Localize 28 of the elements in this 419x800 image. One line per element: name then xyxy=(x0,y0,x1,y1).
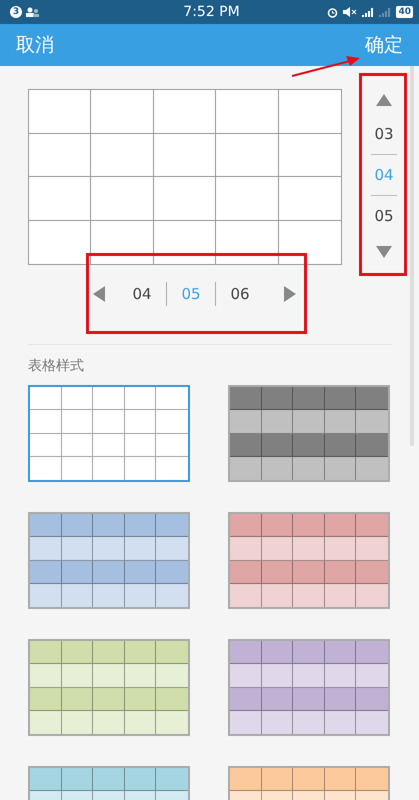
left-triangle-icon xyxy=(93,286,105,302)
status-time: 7:52 PM xyxy=(183,4,240,20)
previous-button[interactable] xyxy=(93,286,105,302)
row-count-option[interactable]: 03 xyxy=(364,122,404,146)
down-triangle-icon xyxy=(376,246,392,258)
section-title: 表格样式 xyxy=(28,357,85,375)
table-style-option[interactable] xyxy=(228,512,390,609)
next-button[interactable] xyxy=(284,286,296,302)
mute-icon xyxy=(343,7,358,17)
people-icon xyxy=(26,7,40,17)
table-style-option[interactable] xyxy=(28,512,190,609)
column-count-option[interactable]: 06 xyxy=(216,285,264,303)
table-style-option[interactable] xyxy=(28,385,190,482)
down-button[interactable] xyxy=(376,246,392,258)
notification-badge: 3 xyxy=(10,6,22,18)
table-style-option[interactable] xyxy=(228,385,390,482)
table-style-option[interactable] xyxy=(228,639,390,736)
column-count-option[interactable]: 04 xyxy=(118,285,166,303)
row-count-option[interactable]: 05 xyxy=(364,204,404,228)
battery-level: 40 xyxy=(396,6,414,18)
right-triangle-icon xyxy=(284,286,296,302)
signal-icon xyxy=(379,7,392,17)
up-button[interactable] xyxy=(376,94,392,106)
table-style-option[interactable] xyxy=(28,639,190,736)
annotation-arrow xyxy=(290,55,362,79)
up-triangle-icon xyxy=(376,94,392,106)
alarm-icon xyxy=(327,6,338,18)
signal-icon xyxy=(362,7,374,17)
